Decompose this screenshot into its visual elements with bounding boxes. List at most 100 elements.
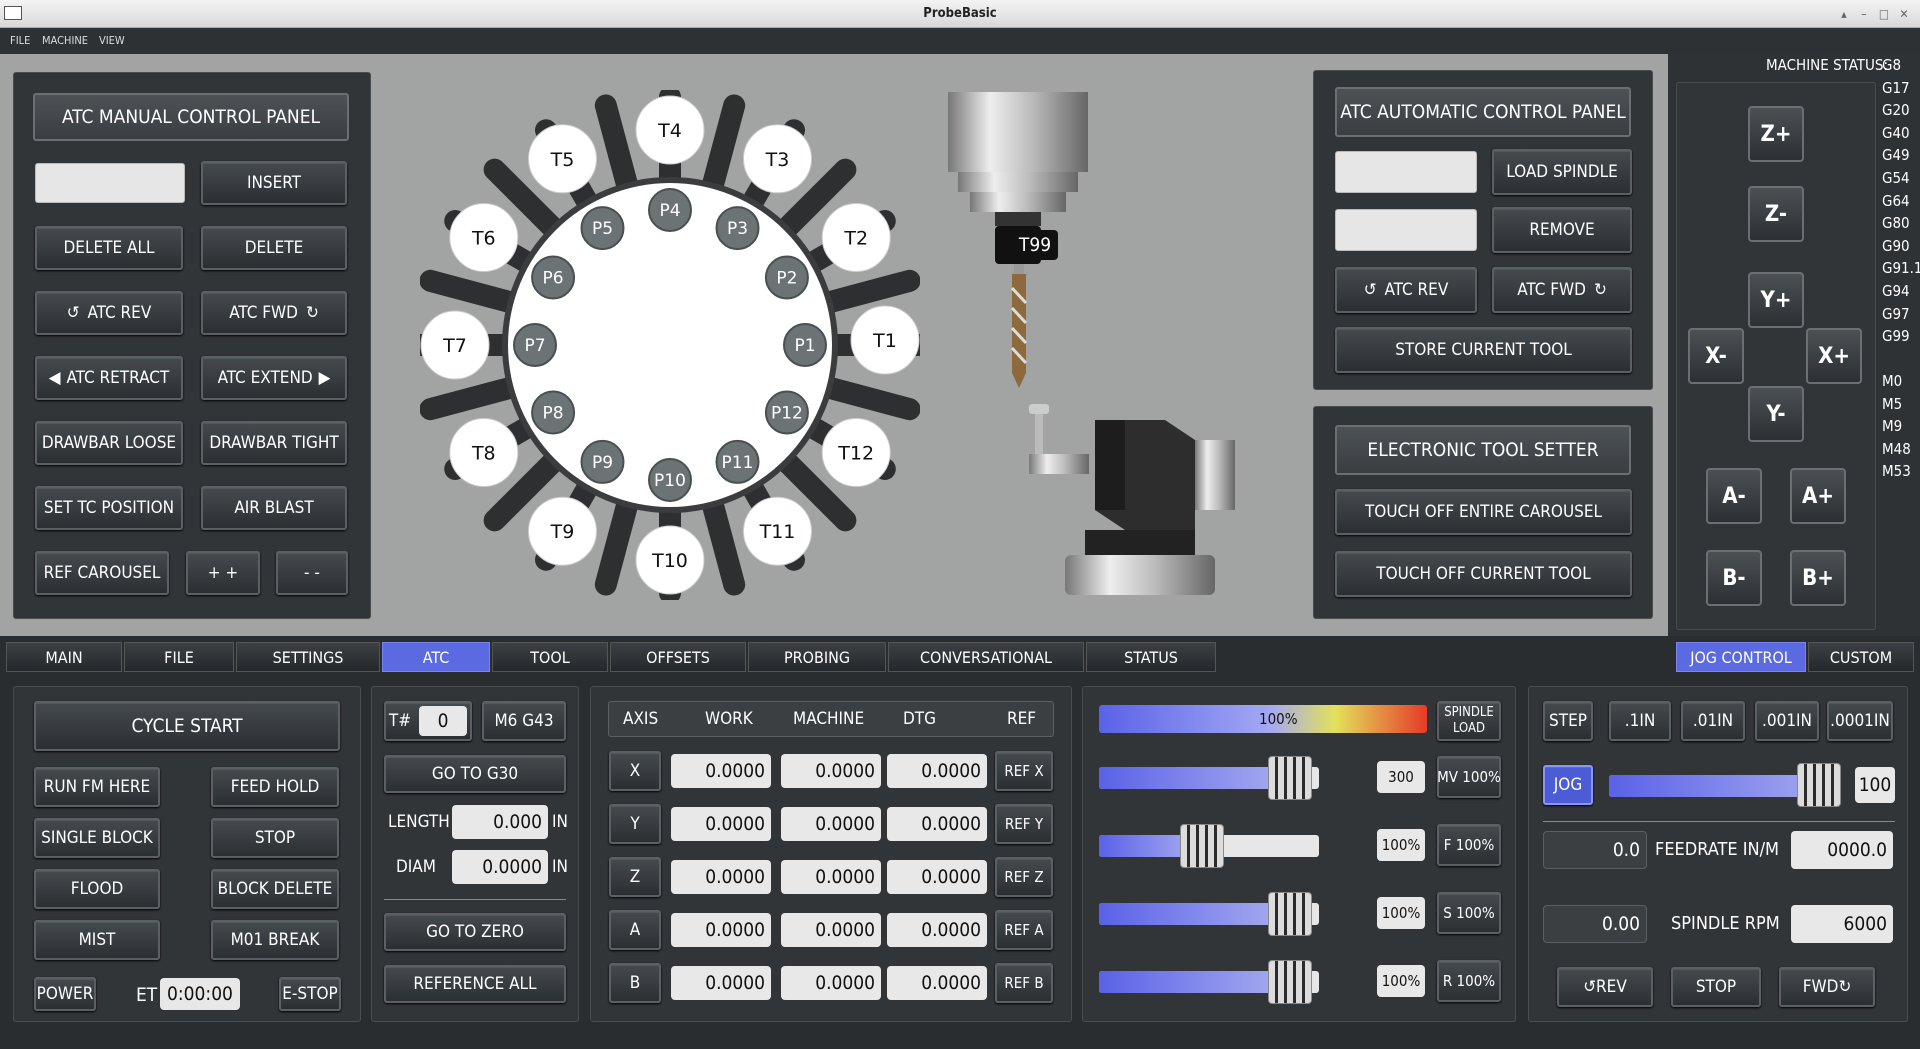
tab-status[interactable]: STATUS (1086, 642, 1216, 672)
work-value[interactable]: 0.0000 (671, 807, 771, 841)
m01-break-button[interactable]: M01 BREAK (211, 920, 339, 960)
power-button[interactable]: POWER (34, 977, 96, 1011)
minimize-icon[interactable]: ▴ (1836, 6, 1852, 22)
work-value[interactable]: 0.0000 (671, 966, 771, 1000)
jog-b-minus-button[interactable]: B- (1706, 550, 1762, 606)
store-current-tool-button[interactable]: STORE CURRENT TOOL (1335, 327, 1632, 373)
tab-settings[interactable]: SETTINGS (236, 642, 380, 672)
cycle-start-button[interactable]: CYCLE START (34, 701, 340, 751)
touch-off-current-button[interactable]: TOUCH OFF CURRENT TOOL (1335, 551, 1632, 597)
spindle-override-handle[interactable] (1268, 892, 1312, 936)
ref-carousel-button[interactable]: REF CAROUSEL (35, 551, 169, 595)
m6-g43-button[interactable]: M6 G43 (482, 701, 566, 741)
carousel-tool-label: T9 (550, 521, 575, 543)
remove-button[interactable]: REMOVE (1492, 207, 1632, 253)
carousel-plus-button[interactable]: + + (186, 551, 260, 595)
spindle-rpm-set[interactable]: 6000 (1791, 905, 1893, 943)
spindle-load-label-2: LOAD (1452, 721, 1486, 736)
spindle-fwd-button[interactable]: FWD ↻ (1779, 967, 1875, 1007)
delete-button[interactable]: DELETE (201, 226, 347, 270)
jog-z-plus-button[interactable]: Z+ (1748, 106, 1804, 162)
step-001in-button[interactable]: .01IN (1681, 701, 1745, 741)
estop-button[interactable]: E-STOP (279, 977, 341, 1011)
remove-tool-input[interactable] (1335, 209, 1477, 251)
work-value[interactable]: 0.0000 (671, 860, 771, 894)
jog-y-plus-button[interactable]: Y+ (1748, 272, 1804, 328)
jog-z-minus-button[interactable]: Z- (1748, 186, 1804, 242)
tab-custom[interactable]: CUSTOM (1808, 642, 1914, 672)
set-tc-position-button[interactable]: SET TC POSITION (35, 486, 183, 530)
tab-conversational[interactable]: CONVERSATIONAL (888, 642, 1084, 672)
jog-x-minus-button[interactable]: X- (1688, 328, 1744, 384)
jog-x-plus-button[interactable]: X+ (1806, 328, 1862, 384)
tab-offsets[interactable]: OFFSETS (610, 642, 746, 672)
spindle-override-reset-button[interactable]: S 100% (1437, 892, 1501, 934)
tool-number-input[interactable] (35, 163, 185, 203)
close-icon[interactable]: ✕ (1896, 6, 1912, 22)
ref-axis-button[interactable]: REF Y (995, 804, 1053, 844)
atc-rev-button[interactable]: ↺ ATC REV (35, 291, 183, 335)
atc-fwd-button[interactable]: ATC FWD ↻ (201, 291, 347, 335)
feed-hold-button[interactable]: FEED HOLD (211, 767, 339, 807)
maximize-icon[interactable]: □ (1876, 6, 1892, 22)
jog-b-plus-button[interactable]: B+ (1790, 550, 1846, 606)
jog-y-minus-button[interactable]: Y- (1748, 386, 1804, 442)
flood-button[interactable]: FLOOD (34, 869, 160, 909)
ref-axis-button[interactable]: REF B (995, 963, 1053, 1003)
jog-rate-handle[interactable] (1797, 763, 1841, 807)
step-0001in-button[interactable]: .001IN (1755, 701, 1819, 741)
tool-number-value[interactable]: 0 (419, 706, 468, 736)
atc-extend-button[interactable]: ATC EXTEND ▶ (201, 356, 347, 400)
tab-probing[interactable]: PROBING (748, 642, 886, 672)
rapid-override-handle[interactable] (1268, 960, 1312, 1004)
touch-off-carousel-button[interactable]: TOUCH OFF ENTIRE CAROUSEL (1335, 489, 1632, 535)
step-button[interactable]: STEP (1543, 701, 1593, 741)
block-delete-button[interactable]: BLOCK DELETE (211, 869, 339, 909)
ref-axis-button[interactable]: REF Z (995, 857, 1053, 897)
tab-file[interactable]: FILE (124, 642, 234, 672)
menu-view[interactable]: VIEW (99, 28, 125, 54)
go-to-g30-button[interactable]: GO TO G30 (384, 755, 566, 793)
drawbar-loose-button[interactable]: DRAWBAR LOOSE (35, 421, 183, 465)
spindle-stop-button[interactable]: STOP (1671, 967, 1761, 1007)
ref-axis-button[interactable]: REF X (995, 751, 1053, 791)
tab-main[interactable]: MAIN (6, 642, 122, 672)
max-velocity-reset-button[interactable]: MV 100% (1437, 756, 1501, 798)
carousel-minus-button[interactable]: - - (276, 551, 348, 595)
reference-all-button[interactable]: REFERENCE ALL (384, 965, 566, 1003)
feed-override-reset-button[interactable]: F 100% (1437, 824, 1501, 866)
auto-atc-rev-button[interactable]: ↺ ATC REV (1335, 267, 1477, 313)
atc-retract-button[interactable]: ◀ ATC RETRACT (35, 356, 183, 400)
tab-jog-control[interactable]: JOG CONTROL (1676, 642, 1806, 672)
ref-axis-button[interactable]: REF A (995, 910, 1053, 950)
minimize-window-icon[interactable]: – (1856, 6, 1872, 22)
step-00001in-button[interactable]: .0001IN (1827, 701, 1893, 741)
run-from-here-button[interactable]: RUN FM HERE (34, 767, 160, 807)
jog-mode-button[interactable]: JOG (1543, 765, 1593, 805)
load-tool-input[interactable] (1335, 151, 1477, 193)
go-to-zero-button[interactable]: GO TO ZERO (384, 913, 566, 951)
stop-button[interactable]: STOP (211, 818, 339, 858)
tab-tool[interactable]: TOOL (492, 642, 608, 672)
auto-atc-fwd-button[interactable]: ATC FWD ↻ (1492, 267, 1632, 313)
insert-button[interactable]: INSERT (201, 161, 347, 205)
jog-a-plus-button[interactable]: A+ (1790, 468, 1846, 524)
drawbar-tight-button[interactable]: DRAWBAR TIGHT (201, 421, 347, 465)
work-value[interactable]: 0.0000 (671, 754, 771, 788)
air-blast-button[interactable]: AIR BLAST (201, 486, 347, 530)
mist-button[interactable]: MIST (34, 920, 160, 960)
single-block-button[interactable]: SINGLE BLOCK (34, 818, 160, 858)
work-value[interactable]: 0.0000 (671, 913, 771, 947)
load-spindle-button[interactable]: LOAD SPINDLE (1492, 149, 1632, 195)
rapid-override-reset-button[interactable]: R 100% (1437, 960, 1501, 1002)
jog-a-minus-button[interactable]: A- (1706, 468, 1762, 524)
tab-atc[interactable]: ATC (382, 642, 490, 672)
max-velocity-handle[interactable] (1268, 756, 1312, 800)
spindle-rev-button[interactable]: ↺ REV (1557, 967, 1653, 1007)
feed-override-handle[interactable] (1180, 824, 1224, 868)
menu-machine[interactable]: MACHINE (42, 28, 88, 54)
menu-file[interactable]: FILE (10, 28, 30, 54)
delete-all-button[interactable]: DELETE ALL (35, 226, 183, 270)
feedrate-set[interactable]: 0000.0 (1791, 831, 1893, 869)
step-01in-button[interactable]: .1IN (1609, 701, 1671, 741)
